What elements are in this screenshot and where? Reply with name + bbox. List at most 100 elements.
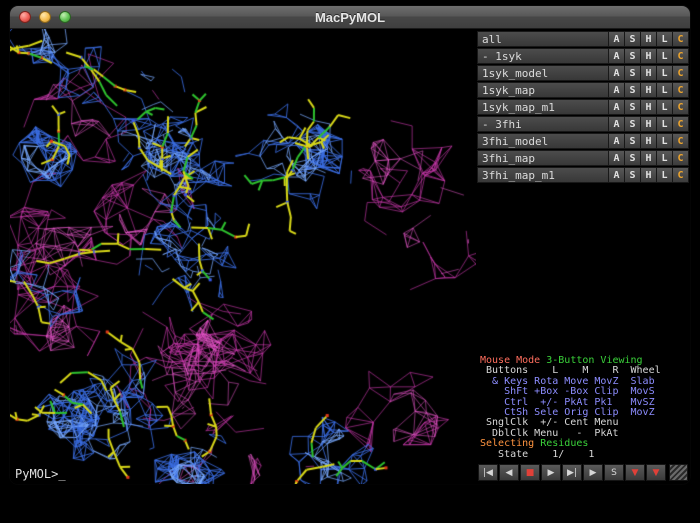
ctsh-line-text: CtSh Sele Orig Clip MovZ	[480, 407, 655, 418]
h-menu-button[interactable]: H	[641, 133, 657, 149]
mouse-mode-line-text: 3-Button Viewing	[546, 355, 642, 366]
object-row: - 1sykASHLC	[477, 48, 689, 64]
object-row-label[interactable]: all	[477, 31, 609, 47]
close-button[interactable]	[19, 11, 31, 23]
h-menu-button[interactable]: H	[641, 150, 657, 166]
movie-menu-button[interactable]: ▼	[646, 464, 666, 481]
s-menu-button[interactable]: S	[625, 65, 641, 81]
command-prompt[interactable]: PyMOL>_	[15, 467, 66, 481]
h-menu-button[interactable]: H	[641, 48, 657, 64]
minimize-button[interactable]	[39, 11, 51, 23]
singleclick-line-text: SnglClk +/- Cent Menu	[480, 417, 618, 428]
c-menu-button[interactable]: C	[673, 65, 689, 81]
s-menu-button[interactable]: S	[625, 48, 641, 64]
a-menu-button[interactable]: A	[609, 150, 625, 166]
a-menu-button[interactable]: A	[609, 48, 625, 64]
object-row-label[interactable]: 1syk_map	[477, 82, 609, 98]
selecting-line-text: Residues	[540, 438, 588, 449]
a-menu-button[interactable]: A	[609, 116, 625, 132]
l-menu-button[interactable]: L	[657, 65, 673, 81]
a-menu-button[interactable]: A	[609, 99, 625, 115]
traffic-lights	[19, 6, 71, 28]
object-row-label[interactable]: 3fhi_model	[477, 133, 609, 149]
c-menu-button[interactable]: C	[673, 99, 689, 115]
selecting-line-text: Selecting	[480, 438, 540, 449]
a-menu-button[interactable]: A	[609, 31, 625, 47]
h-menu-button[interactable]: H	[641, 167, 657, 183]
l-menu-button[interactable]: L	[657, 99, 673, 115]
s-menu-button[interactable]: S	[625, 167, 641, 183]
title-bar[interactable]: MacPyMOL	[10, 6, 690, 29]
s-menu-button[interactable]: S	[625, 116, 641, 132]
a-menu-button[interactable]: A	[609, 82, 625, 98]
object-row-label[interactable]: 1syk_map_m1	[477, 99, 609, 115]
scene-button[interactable]: S	[604, 464, 624, 481]
macpymol-window: MacPyMOL PyMOL>_ allASHLC- 1sykASHLC1syk…	[10, 6, 690, 484]
c-menu-button[interactable]: C	[673, 48, 689, 64]
window-title: MacPyMOL	[10, 10, 690, 25]
a-menu-button[interactable]: A	[609, 167, 625, 183]
s-menu-button[interactable]: S	[625, 133, 641, 149]
shift-line-text: ShFt +Box -Box Clip MovS	[480, 386, 655, 397]
step-back-button[interactable]: ◀	[499, 464, 519, 481]
object-row-label[interactable]: 1syk_model	[477, 65, 609, 81]
object-row-label[interactable]: 3fhi_map	[477, 150, 609, 166]
c-menu-button[interactable]: C	[673, 133, 689, 149]
step-forward-button[interactable]: ▶|	[562, 464, 582, 481]
s-menu-button[interactable]: S	[625, 99, 641, 115]
s-menu-button[interactable]: S	[625, 82, 641, 98]
l-menu-button[interactable]: L	[657, 150, 673, 166]
object-row: 1syk_map_m1ASHLC	[477, 99, 689, 115]
movie-controls: |◀◀■▶▶|▶S▼▼	[476, 462, 690, 484]
l-menu-button[interactable]: L	[657, 31, 673, 47]
stop-button[interactable]: ■	[520, 464, 540, 481]
l-menu-button[interactable]: L	[657, 133, 673, 149]
l-menu-button[interactable]: L	[657, 167, 673, 183]
sidebar-spacer	[476, 183, 690, 354]
rock-button[interactable]: ▼	[625, 464, 645, 481]
resize-grip[interactable]	[669, 464, 688, 481]
keys-line-text: & Keys Rota Move MovZ Slab	[480, 376, 655, 387]
state-line[interactable]: State 1/ 1	[480, 450, 688, 460]
a-menu-button[interactable]: A	[609, 65, 625, 81]
h-menu-button[interactable]: H	[641, 116, 657, 132]
desktop: MacPyMOL PyMOL>_ allASHLC- 1sykASHLC1syk…	[0, 0, 700, 523]
h-menu-button[interactable]: H	[641, 82, 657, 98]
l-menu-button[interactable]: L	[657, 116, 673, 132]
h-menu-button[interactable]: H	[641, 31, 657, 47]
doubleclick-line-text: DblClk Menu - PkAt	[480, 428, 618, 439]
object-row: 3fhi_map_m1ASHLC	[477, 167, 689, 183]
object-row-label[interactable]: - 1syk	[477, 48, 609, 64]
rewind-button[interactable]: |◀	[478, 464, 498, 481]
viewport-3d[interactable]: PyMOL>_	[10, 29, 476, 484]
h-menu-button[interactable]: H	[641, 65, 657, 81]
mouse-mode-line-text: Mouse Mode	[480, 355, 546, 366]
object-row: 1syk_modelASHLC	[477, 65, 689, 81]
main-content: PyMOL>_ allASHLC- 1sykASHLC1syk_modelASH…	[10, 29, 690, 484]
object-row: - 3fhiASHLC	[477, 116, 689, 132]
skip-end-button[interactable]: ▶	[583, 464, 603, 481]
mouse-mode-panel: Mouse Mode 3-Button Viewing Buttons L M …	[476, 354, 690, 462]
object-row: allASHLC	[477, 31, 689, 47]
s-menu-button[interactable]: S	[625, 150, 641, 166]
l-menu-button[interactable]: L	[657, 48, 673, 64]
object-panel: allASHLC- 1sykASHLC1syk_modelASHLC1syk_m…	[476, 30, 690, 183]
c-menu-button[interactable]: C	[673, 116, 689, 132]
s-menu-button[interactable]: S	[625, 31, 641, 47]
c-menu-button[interactable]: C	[673, 150, 689, 166]
ctrl-line-text: Ctrl +/- PkAt Pk1 MvSZ	[480, 397, 655, 408]
c-menu-button[interactable]: C	[673, 31, 689, 47]
a-menu-button[interactable]: A	[609, 133, 625, 149]
c-menu-button[interactable]: C	[673, 82, 689, 98]
l-menu-button[interactable]: L	[657, 82, 673, 98]
object-row-label[interactable]: 3fhi_map_m1	[477, 167, 609, 183]
molecular-render-canvas[interactable]	[10, 29, 476, 484]
object-row-label[interactable]: - 3fhi	[477, 116, 609, 132]
zoom-button[interactable]	[59, 11, 71, 23]
object-row: 3fhi_mapASHLC	[477, 150, 689, 166]
play-button[interactable]: ▶	[541, 464, 561, 481]
object-row: 1syk_mapASHLC	[477, 82, 689, 98]
h-menu-button[interactable]: H	[641, 99, 657, 115]
buttons-header-line-text: Buttons L M R Wheel	[480, 365, 661, 376]
c-menu-button[interactable]: C	[673, 167, 689, 183]
